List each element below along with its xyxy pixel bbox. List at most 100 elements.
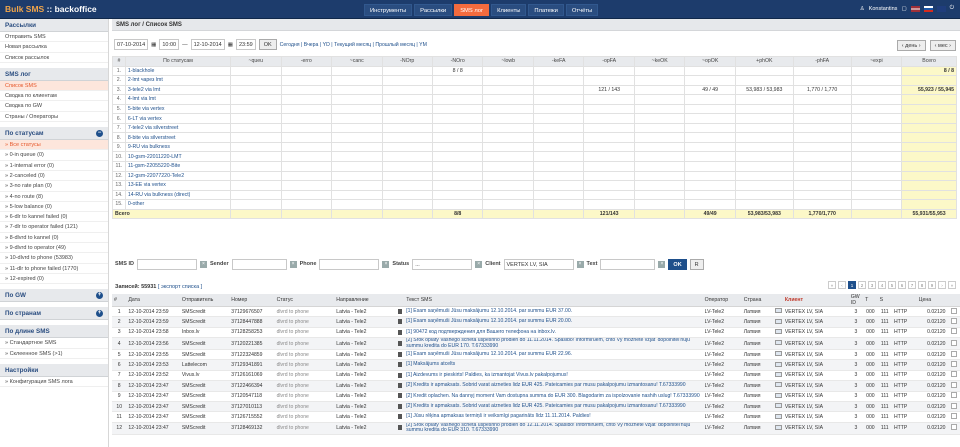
page-link[interactable]: 6 [898, 281, 906, 289]
time-to-field[interactable]: 23:59 [235, 39, 256, 50]
table-row[interactable]: 3 12-10-2014 23:58 Inbox.lv 37128258253 dlvr… [112, 327, 960, 339]
table-row[interactable]: 1 12-10-2014 23:59 SMScredit 37129676507 dlv… [112, 306, 960, 318]
expand-icon[interactable]: + [96, 292, 103, 300]
sidebar-item[interactable]: Сводка по клиентам [0, 91, 108, 102]
summary-column-header[interactable]: -keFA [532, 56, 585, 67]
document-icon[interactable] [398, 329, 402, 335]
top-nav-tab[interactable]: Платежи [528, 4, 564, 16]
list-column-header[interactable]: Отправитель [179, 294, 230, 307]
page-link[interactable]: 7 [908, 281, 916, 289]
calendar-icon[interactable]: ▦ [228, 42, 233, 48]
list-column-header[interactable]: Цена [916, 294, 948, 307]
page-link[interactable]: 2 [858, 281, 866, 289]
summary-row[interactable]: 2. 2-lmt чарез lmt [112, 75, 957, 86]
clear-icon[interactable]: × [289, 260, 297, 268]
sms-id-input[interactable] [136, 258, 197, 270]
summary-column-header[interactable]: -NOro [431, 56, 484, 67]
message-icon[interactable] [774, 392, 782, 398]
day-nav[interactable]: ‹ день › [896, 40, 926, 51]
row-sms-text[interactable]: [2] Kredits ir apmaksats. Sobrid varat a… [404, 401, 703, 413]
document-icon[interactable] [398, 414, 402, 420]
list-column-header[interactable]: GW ID [848, 294, 864, 307]
sidebar-item[interactable]: » 2-canceled (0) [0, 171, 108, 182]
table-row[interactable]: 7 12-10-2014 23:52 Vivus.lv 37126161069 dlvr… [112, 370, 960, 382]
summary-row[interactable]: 1. 1-blackhole 8 / 8 8 / 8 [112, 65, 957, 77]
clear-icon[interactable]: × [576, 260, 584, 268]
list-column-header[interactable] [396, 294, 405, 307]
row-sms-text[interactable]: [2] Kredit oplachen. Na dannyj moment Va… [404, 391, 703, 402]
summary-row[interactable]: 6. 6-LT via vertex [112, 113, 957, 124]
sidebar-item[interactable]: Список рассылок [0, 53, 108, 63]
summary-column-header[interactable]: ~queu [230, 56, 282, 67]
sidebar-item[interactable]: » 4-no route (8) [0, 192, 108, 202]
list-column-header[interactable]: Текст SMS [404, 294, 703, 307]
page-link[interactable]: 1 [848, 281, 856, 289]
row-checkbox[interactable] [950, 381, 957, 388]
sidebar-section-header[interactable]: Настройки [0, 363, 108, 377]
logout-icon[interactable]: ⏻ [950, 5, 954, 12]
list-column-header[interactable]: Номер [229, 294, 275, 307]
sidebar-section-header[interactable]: По длине SMS [0, 325, 108, 339]
top-nav-tab[interactable]: Инструменты [364, 4, 413, 16]
document-icon[interactable] [398, 362, 402, 368]
sidebar-item[interactable]: » 5-low balance (0) [0, 202, 108, 213]
row-sms-text[interactable]: [1] Esam saņēmuši Jūsu maksājumu 12.10.2… [404, 316, 703, 328]
document-icon[interactable] [398, 403, 402, 409]
table-row[interactable]: 9 12-10-2014 23:47 SMScredit 37120547118 dlv… [112, 391, 960, 402]
row-sms-text[interactable]: [2] Kredits ir apmaksats. Sobrid varat a… [404, 380, 703, 392]
list-column-header[interactable]: Статус [274, 294, 335, 307]
summary-column-header[interactable]: -erro [280, 56, 333, 67]
table-row[interactable]: 12 12-10-2014 23:47 SMScredit 37128469132 dl… [112, 422, 960, 435]
summary-column-header[interactable]: ~expi [850, 56, 903, 67]
row-sms-text[interactable]: [1] Maksājums atcelts [404, 359, 703, 371]
sidebar-item[interactable]: Список SMS [0, 80, 108, 92]
sidebar-section-header[interactable]: По странам + [0, 307, 108, 321]
message-icon[interactable] [774, 361, 782, 367]
list-column-header[interactable]: Страна [741, 294, 773, 307]
row-checkbox[interactable] [950, 402, 957, 409]
row-checkbox[interactable] [950, 424, 957, 431]
row-sms-text[interactable]: [2] Srok oplaty Vashego scheta uspeshno … [404, 337, 703, 350]
row-checkbox[interactable] [950, 339, 957, 346]
row-checkbox[interactable] [950, 328, 957, 335]
summary-row[interactable]: 10. 10-gsm-22011220-LMT [112, 151, 957, 162]
row-sms-text[interactable]: [2] Srok oplaty Vashego scheta uspeshno … [404, 422, 703, 435]
summary-column-header[interactable]: -NOrp [381, 56, 433, 67]
summary-column-header[interactable]: ~lowb [482, 56, 534, 67]
table-row[interactable]: 10 12-10-2014 23:47 SMScredit 37127010113 dl… [112, 401, 960, 413]
sidebar-section-header[interactable]: По GW + [0, 289, 108, 303]
page-link[interactable]: › [938, 281, 946, 289]
table-row[interactable]: 2 12-10-2014 23:59 SMScredit 37128447888 dlv… [112, 316, 960, 328]
row-checkbox[interactable] [950, 307, 957, 314]
summary-column-header[interactable]: ~keOK [633, 56, 686, 67]
summary-column-header[interactable]: # [112, 56, 126, 67]
message-icon[interactable] [774, 413, 782, 419]
row-sms-text[interactable]: [1] Esam saņēmuši Jūsu maksājumu 12.10.2… [404, 306, 703, 318]
list-column-header[interactable]: S [877, 294, 892, 307]
summary-row[interactable]: 5. 5-bite via vertex [112, 103, 957, 115]
month-nav[interactable]: ‹ мес › [929, 40, 956, 51]
status-select[interactable]: ... [412, 258, 473, 270]
summary-column-header[interactable]: ~canc [331, 56, 383, 67]
list-column-header[interactable]: Дата [126, 294, 180, 307]
list-column-header[interactable] [772, 294, 783, 307]
row-checkbox[interactable] [950, 350, 957, 357]
sidebar-item[interactable]: » 10-dlvrd to phone (53983) [0, 253, 108, 264]
message-icon[interactable] [774, 382, 782, 388]
client-select[interactable]: VERTEX LV, SIA [503, 258, 574, 270]
sidebar-item[interactable]: » 3-no rate plan (0) [0, 181, 108, 192]
filter-ok-button[interactable]: OK [258, 39, 277, 50]
row-checkbox[interactable] [950, 371, 957, 378]
sidebar-item[interactable]: » Склеенное SMS (>1) [0, 349, 108, 359]
summary-column-header[interactable]: ~opOK [684, 56, 736, 67]
row-sms-text[interactable]: [1] Esam saņēmuši Jūsu maksājumu 12.10.2… [404, 349, 703, 361]
sidebar-item[interactable]: » 9-dlvrd to operator (49) [0, 243, 108, 254]
summary-row[interactable]: 4. 4-lmt via lmt [112, 94, 957, 105]
summary-row[interactable]: 14. 14-RU via bulkness (direct) [112, 189, 957, 201]
page-link[interactable]: ‹ [838, 281, 846, 289]
top-nav-tab[interactable]: Отчёты [565, 4, 599, 16]
page-link[interactable]: » [948, 281, 956, 289]
expand-icon[interactable]: + [96, 310, 103, 318]
top-nav-tab[interactable]: Клиенты [491, 4, 527, 16]
table-row[interactable]: 4 12-10-2014 23:56 SMScredit 37120221385 dlv… [112, 337, 960, 350]
